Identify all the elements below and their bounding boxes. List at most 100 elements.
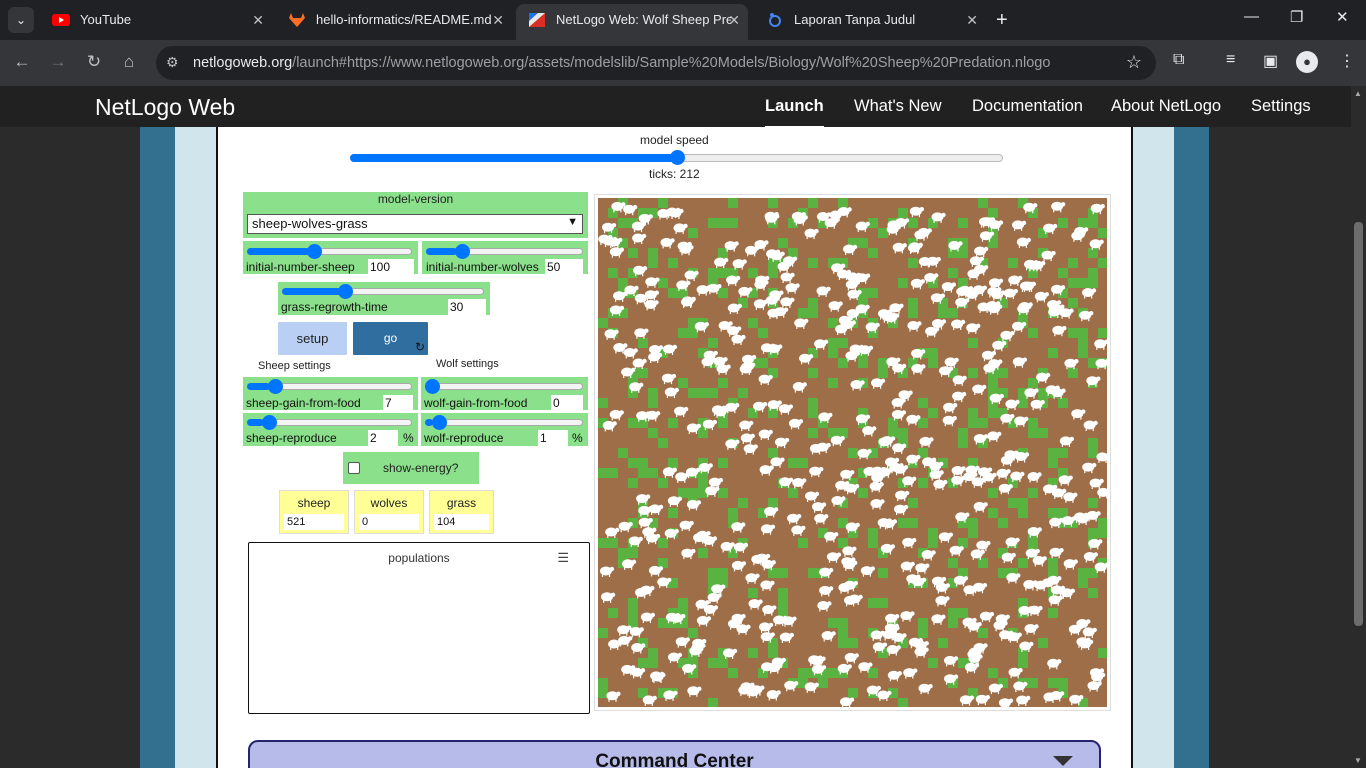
grass-patch xyxy=(628,598,638,608)
home-icon[interactable]: ⌂ xyxy=(118,52,140,72)
scroll-up-icon[interactable]: ▲ xyxy=(1354,89,1362,98)
grass-patch xyxy=(1088,588,1098,598)
grass-patch xyxy=(768,568,778,578)
nav-launch[interactable]: Launch xyxy=(765,97,824,128)
close-icon[interactable]: ✕ xyxy=(252,4,264,36)
restore-icon[interactable]: ❐ xyxy=(1290,8,1303,26)
tab-youtube[interactable]: YouTube ✕ xyxy=(40,4,272,36)
slider-value[interactable]: 0 xyxy=(551,395,583,411)
slider-value[interactable]: 30 xyxy=(448,299,486,315)
back-icon[interactable]: ← xyxy=(11,52,33,72)
grass-patch xyxy=(838,198,848,208)
forward-icon[interactable]: → xyxy=(47,52,69,72)
sheep-reproduce-thumb[interactable] xyxy=(262,415,278,430)
wolf-reproduce-slider[interactable] xyxy=(425,419,583,426)
world-view[interactable] xyxy=(594,194,1111,711)
slider-value[interactable]: 1 xyxy=(538,430,568,446)
tab-gitlab[interactable]: hello-informatics/README.md ✕ xyxy=(276,4,512,36)
speed-slider-thumb[interactable] xyxy=(669,150,685,165)
wolf-gain-from-food-thumb[interactable] xyxy=(425,379,440,394)
grass-patch xyxy=(768,408,778,418)
new-tab-button[interactable]: + xyxy=(996,8,1008,32)
grass-patch xyxy=(908,218,918,228)
url-text[interactable]: netlogoweb.org/launch#https://www.netlog… xyxy=(193,55,1050,71)
page-scrollbar[interactable]: ▲ ▼ xyxy=(1351,86,1366,768)
slider-value[interactable]: 2 xyxy=(368,430,398,446)
chooser-value: sheep-wolves-grass xyxy=(252,216,368,231)
initial-number-sheep-fill xyxy=(247,248,313,255)
close-icon[interactable]: ✕ xyxy=(492,4,504,36)
slider-value[interactable]: 7 xyxy=(383,395,413,411)
tab-looker[interactable]: Laporan Tanpa Judul ✕ xyxy=(754,4,986,36)
nav-settings[interactable]: Settings xyxy=(1251,97,1311,116)
media-control-icon[interactable]: ≡ xyxy=(1226,51,1235,69)
grass-patch xyxy=(898,428,908,438)
initial-number-wolves-thumb[interactable] xyxy=(454,244,470,259)
grass-patch xyxy=(718,568,728,578)
grass-patch xyxy=(1088,248,1098,258)
speed-slider-fill xyxy=(350,154,677,162)
reload-icon[interactable]: ↻ xyxy=(83,52,105,72)
grass-patch xyxy=(668,418,678,428)
forever-icon: ↻ xyxy=(414,340,425,354)
grass-patch xyxy=(718,658,728,668)
nav-documentation[interactable]: Documentation xyxy=(972,97,1083,116)
extensions-icon[interactable]: ⧉ xyxy=(1173,51,1184,69)
setup-button[interactable]: setup xyxy=(278,322,347,355)
grass-patch xyxy=(718,378,728,388)
address-bar[interactable]: ⚙ netlogoweb.org/launch#https://www.netl… xyxy=(156,46,1156,80)
grass-patch xyxy=(648,398,658,408)
sheep-reproduce-fill xyxy=(247,419,264,426)
slider-label: wolf-gain-from-food xyxy=(424,396,528,410)
grass-patch xyxy=(658,198,668,208)
grass-patch xyxy=(1088,278,1098,288)
profile-avatar[interactable]: ● xyxy=(1296,51,1318,73)
show-energy-switch[interactable]: show-energy? xyxy=(343,452,479,484)
wolf-gain-from-food-slider[interactable] xyxy=(425,383,583,390)
grass-patch xyxy=(658,558,668,568)
tab-netlogo[interactable]: NetLogo Web: Wolf Sheep Predation ✕ xyxy=(516,4,748,40)
grass-patch xyxy=(948,618,958,628)
nav-about-netlogo[interactable]: About NetLogo xyxy=(1111,97,1221,116)
grass-patch xyxy=(868,538,878,548)
grass-patch xyxy=(1098,518,1107,528)
grass-regrowth-time-fill xyxy=(282,288,343,295)
expand-caret-icon[interactable] xyxy=(1053,756,1073,766)
command-center[interactable]: Command Center xyxy=(248,740,1101,768)
tab-title: YouTube xyxy=(80,12,132,27)
tab-title: Laporan Tanpa Judul xyxy=(794,12,916,27)
site-brand[interactable]: NetLogo Web xyxy=(95,94,235,121)
scrollbar-thumb[interactable] xyxy=(1354,222,1363,626)
tab-title: NetLogo Web: Wolf Sheep Predation xyxy=(556,12,731,27)
grass-patch xyxy=(788,458,798,468)
site-info-icon[interactable]: ⚙ xyxy=(166,54,179,71)
grass-patch xyxy=(838,618,848,628)
monitor-label: sheep xyxy=(297,496,331,510)
grass-patch xyxy=(828,378,838,388)
scroll-down-icon[interactable]: ▼ xyxy=(1354,756,1362,765)
grass-patch xyxy=(918,628,928,638)
grass-patch xyxy=(628,548,638,558)
slider-value[interactable]: 100 xyxy=(368,259,414,275)
slider-value[interactable]: 50 xyxy=(545,259,583,275)
grass-patch xyxy=(1088,498,1098,508)
tab-search-button[interactable]: ⌄ xyxy=(8,7,34,33)
bookmark-star-icon[interactable]: ☆ xyxy=(1126,52,1142,73)
window-close-icon[interactable]: ✕ xyxy=(1336,8,1349,26)
model-version-select[interactable]: sheep-wolves-grass ▼ xyxy=(247,214,583,234)
grass-patch xyxy=(908,518,918,528)
command-center-title: Command Center xyxy=(595,751,754,768)
side-panel-icon[interactable]: ▣ xyxy=(1263,51,1278,71)
checkbox[interactable] xyxy=(348,462,360,474)
nav-whats-new[interactable]: What's New xyxy=(854,97,942,116)
grass-patch xyxy=(638,368,648,378)
grass-patch xyxy=(668,288,678,298)
close-icon[interactable]: ✕ xyxy=(728,4,740,36)
close-icon[interactable]: ✕ xyxy=(966,4,978,36)
go-button[interactable]: go ↻ xyxy=(353,322,428,355)
minimize-icon[interactable]: — xyxy=(1244,8,1259,25)
grass-patch xyxy=(598,628,608,638)
more-menu-icon[interactable]: ⋮ xyxy=(1339,51,1355,71)
grass-patch xyxy=(1058,448,1068,458)
grass-patch xyxy=(768,268,778,278)
